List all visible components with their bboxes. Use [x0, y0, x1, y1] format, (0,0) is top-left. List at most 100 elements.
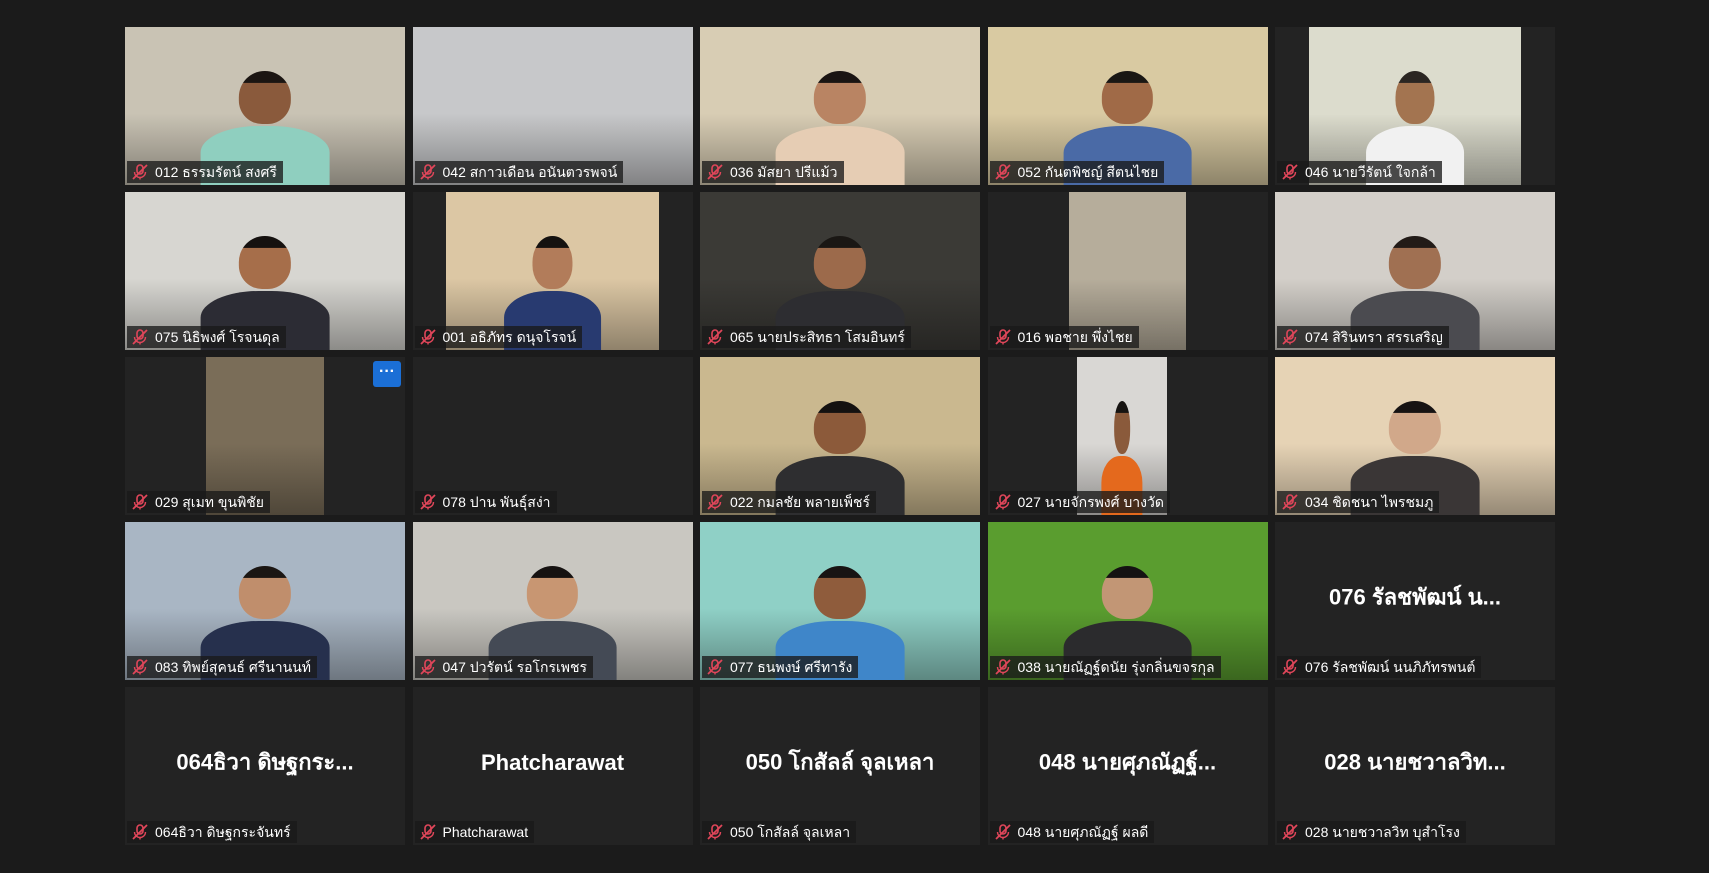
mic-off-icon	[994, 329, 1012, 345]
participant-name: 029 สุเมท ขุนพิชัย	[155, 494, 264, 510]
mic-off-icon	[706, 494, 724, 510]
participant-tile[interactable]: 001 อธิภัทร ดนุจโรจน์	[412, 192, 693, 350]
participant-name-label: 078 ปาน พันธุ์สง่า	[414, 491, 557, 513]
participant-tile[interactable]: 078 ปาน พันธุ์สง่า	[412, 357, 693, 515]
participant-tile[interactable]: 075 นิธิพงศ์ โรจนดุล	[125, 192, 405, 350]
participant-tile[interactable]: 046 นายวีรัตน์ ใจกล้า	[1275, 27, 1555, 185]
mic-off-icon	[131, 824, 149, 840]
participant-name-label: 052 กันตพิชญ์ สีตนไชย	[989, 161, 1165, 183]
participant-tile[interactable]: 052 กันตพิชญ์ สีตนไชย	[987, 27, 1268, 185]
participant-name: 075 นิธิพงศ์ โรจนดุล	[155, 329, 280, 345]
participant-name-label: 001 อธิภัทร ดนุจโรจน์	[414, 326, 583, 348]
participant-name-label: 034 ชิดชนา ไพรชมภู	[1277, 491, 1440, 513]
participant-tile[interactable]: 028 นายชวาลวิท... 028 นายชวาลวิท บุสำโรง	[1275, 687, 1555, 845]
participant-tile[interactable]: 027 นายจักรพงศ์ บางวัด	[987, 357, 1268, 515]
participant-tile[interactable]: 012 ธรรมรัตน์ สงศรี	[125, 27, 405, 185]
participant-head	[239, 566, 291, 619]
mic-off-icon	[419, 494, 437, 510]
participant-name: 074 สิรินทรา สรรเสริญ	[1305, 329, 1443, 345]
participant-name-label: 064ธิวา ดิษฐกระจันทร์	[127, 821, 297, 843]
participant-name-label: 029 สุเมท ขุนพิชัย	[127, 491, 270, 513]
mic-off-icon	[1281, 824, 1299, 840]
participant-head	[239, 71, 291, 124]
participant-display-name: 028 นายชวาลวิท...	[1324, 749, 1506, 775]
participant-tile[interactable]: 048 นายศุภณัฏฐ์... 048 นายศุภณัฏฐ์ ผลดี	[987, 687, 1268, 845]
participant-display-name: 064ธิวา ดิษฐกระ...	[176, 749, 354, 775]
mic-off-icon	[131, 659, 149, 675]
more-options-icon[interactable]: ···	[373, 361, 401, 387]
mic-off-icon	[131, 164, 149, 180]
mic-off-icon	[419, 329, 437, 345]
participant-display-name: 050 โกสัลล์ จุลเหลา	[745, 749, 935, 775]
participant-tile[interactable]: 065 นายประสิทธา โสมอินทร์	[700, 192, 980, 350]
mic-off-icon	[1281, 659, 1299, 675]
participant-name: Phatcharawat	[442, 824, 529, 840]
mic-off-icon	[706, 659, 724, 675]
participant-name-label: 042 สกาวเดือน อนันตวรพจน์	[414, 161, 624, 183]
participant-name-label: 048 นายศุภณัฏฐ์ ผลดี	[989, 821, 1155, 843]
participant-tile[interactable]: 042 สกาวเดือน อนันตวรพจน์	[412, 27, 693, 185]
mic-off-icon	[131, 494, 149, 510]
participant-tile[interactable]: 038 นายณัฏฐ์ดนัย รุ่งกลิ่นขจรกุล	[987, 522, 1268, 680]
participant-head	[239, 236, 291, 289]
participant-tile[interactable]: 047 ปวรัตน์ รอโกรเพชร	[412, 522, 693, 680]
participant-name-label: 083 ทิพย์สุคนธ์ ศรีนานนท์	[127, 656, 318, 678]
mic-off-icon	[994, 824, 1012, 840]
participant-name: 036 มัสยา ปรีแม้ว	[730, 164, 838, 180]
participant-grid: 012 ธรรมรัตน์ สงศรี 042 สกาวเดือน อนันตวร…	[125, 27, 1555, 845]
participant-name: 034 ชิดชนา ไพรชมภู	[1305, 494, 1434, 510]
participant-name: 028 นายชวาลวิท บุสำโรง	[1305, 824, 1460, 840]
participant-head	[1101, 71, 1154, 124]
participant-head	[814, 401, 866, 454]
participant-name: 046 นายวีรัตน์ ใจกล้า	[1305, 164, 1436, 180]
participant-tile[interactable]: 074 สิรินทรา สรรเสริญ	[1275, 192, 1555, 350]
participant-name: 064ธิวา ดิษฐกระจันทร์	[155, 824, 291, 840]
participant-name-label: 012 ธรรมรัตน์ สงศรี	[127, 161, 283, 183]
participant-tile[interactable]: 077 ธนพงษ์ ศรีทารัง	[700, 522, 980, 680]
participant-name-label: 074 สิรินทรา สรรเสริญ	[1277, 326, 1449, 348]
participant-name-label: 022 กมลชัย พลายเพ็ชร์	[702, 491, 877, 513]
mic-off-icon	[994, 659, 1012, 675]
participant-name: 022 กมลชัย พลายเพ็ชร์	[730, 494, 871, 510]
participant-name: 027 นายจักรพงศ์ บางวัด	[1017, 494, 1164, 510]
participant-name-label: Phatcharawat	[414, 821, 535, 843]
participant-name: 077 ธนพงษ์ ศรีทารัง	[730, 659, 853, 675]
participant-name: 065 นายประสิทธา โสมอินทร์	[730, 329, 905, 345]
participant-head	[1389, 236, 1441, 289]
participant-tile[interactable]: 034 ชิดชนา ไพรชมภู	[1275, 357, 1555, 515]
participant-name-label: 016 พอชาย พึ่งไชย	[989, 326, 1139, 348]
participant-head	[526, 566, 579, 619]
participant-name: 012 ธรรมรัตน์ สงศรี	[155, 164, 277, 180]
participant-name: 078 ปาน พันธุ์สง่า	[442, 494, 551, 510]
participant-display-name: 076 รัลชพัฒน์ น...	[1329, 584, 1501, 610]
participant-head	[1101, 566, 1154, 619]
participant-display-name: Phatcharawat	[480, 749, 625, 775]
mic-off-icon	[1281, 494, 1299, 510]
participant-tile[interactable]: 022 กมลชัย พลายเพ็ชร์	[700, 357, 980, 515]
participant-head	[1395, 71, 1435, 124]
participant-name-label: 047 ปวรัตน์ รอโกรเพชร	[414, 656, 594, 678]
participant-tile[interactable]: 076 รัลชพัฒน์ น... 076 รัลชพัฒน์ นนภิภัทร…	[1275, 522, 1555, 680]
participant-name: 038 นายณัฏฐ์ดนัย รุ่งกลิ่นขจรกุล	[1017, 659, 1215, 675]
participant-name: 052 กันตพิชญ์ สีตนไชย	[1017, 164, 1159, 180]
participant-tile[interactable]: 016 พอชาย พึ่งไชย	[987, 192, 1268, 350]
participant-tile[interactable]: 064ธิวา ดิษฐกระ... 064ธิวา ดิษฐกระจันทร์	[125, 687, 405, 845]
participant-name-label: 077 ธนพงษ์ ศรีทารัง	[702, 656, 859, 678]
participant-name-label: 050 โกสัลล์ จุลเหลา	[702, 821, 857, 843]
participant-display-name: 048 นายศุภณัฏฐ์...	[1038, 749, 1217, 775]
participant-name: 001 อธิภัทร ดนุจโรจน์	[442, 329, 577, 345]
participant-tile[interactable]: 083 ทิพย์สุคนธ์ ศรีนานนท์	[125, 522, 405, 680]
participant-tile[interactable]: ··· 029 สุเมท ขุนพิชัย	[125, 357, 405, 515]
participant-name: 076 รัลชพัฒน์ นนภิภัทรพนต์	[1305, 659, 1476, 675]
participant-tile[interactable]: Phatcharawat Phatcharawat	[412, 687, 693, 845]
participant-head	[532, 236, 573, 289]
participant-head	[1389, 401, 1441, 454]
participant-head	[1113, 401, 1131, 454]
participant-name-label: 027 นายจักรพงศ์ บางวัด	[989, 491, 1170, 513]
mic-off-icon	[419, 824, 437, 840]
participant-tile[interactable]: 036 มัสยา ปรีแม้ว	[700, 27, 980, 185]
mic-off-icon	[706, 164, 724, 180]
participant-name-label: 075 นิธิพงศ์ โรจนดุล	[127, 326, 286, 348]
participant-tile[interactable]: 050 โกสัลล์ จุลเหลา 050 โกสัลล์ จุลเหลา	[700, 687, 980, 845]
participant-name: 047 ปวรัตน์ รอโกรเพชร	[442, 659, 588, 675]
